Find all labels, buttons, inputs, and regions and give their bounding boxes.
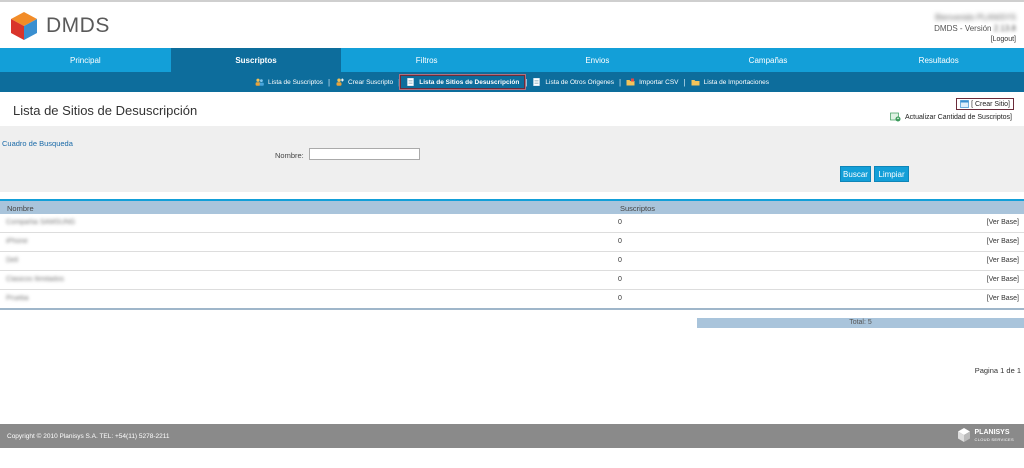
subnav-label: Lista de Suscriptos <box>268 78 323 86</box>
footer: Copyright © 2010 Planisys S.A. TEL: +54(… <box>0 424 1024 448</box>
row-name: Clasicos Ilimitados <box>6 276 64 283</box>
document-icon <box>407 78 414 86</box>
brand-logo[interactable]: DMDS <box>10 11 110 41</box>
planisys-tagline: CLOUD SERVICES <box>974 436 1014 442</box>
total-count: Total: 5 <box>697 318 1024 328</box>
subnav-label: Lista de Importaciones <box>703 78 769 86</box>
subnav-crear-suscripto[interactable]: Crear Suscripto <box>330 78 398 86</box>
row-count: 0 <box>618 257 622 264</box>
user-info: Bienvenido PLANISYS DMDS - Versión 2.13.… <box>934 12 1016 45</box>
version-number: 2.13.8 <box>993 24 1016 33</box>
actualizar-label: Actualizar Cantidad de Suscriptos] <box>905 113 1012 121</box>
ver-base-link[interactable]: [Ver Base] <box>987 219 1019 226</box>
logout-link[interactable]: [Logout] <box>934 34 1016 45</box>
user-name: Bienvenido PLANISYS <box>935 13 1016 22</box>
tab-filtros[interactable]: Filtros <box>341 48 512 72</box>
ver-base-link[interactable]: [Ver Base] <box>987 257 1019 264</box>
table-row: iPhone 0 [Ver Base] <box>0 233 1024 252</box>
pagination-info: Pagina 1 de 1 <box>974 366 1021 375</box>
row-name: Compañia SAMSUNG <box>6 219 76 226</box>
buscar-button[interactable]: Buscar <box>840 166 871 182</box>
nombre-label: Nombre: <box>275 151 304 160</box>
folder-icon <box>691 80 700 86</box>
main-nav: Principal Suscriptos Filtros Envios Camp… <box>0 48 1024 72</box>
subnav-importar-csv[interactable]: Importar CSV <box>621 78 683 86</box>
sub-nav: Lista de Suscriptos | Crear Suscripto | … <box>0 72 1024 92</box>
limpiar-button[interactable]: Limpiar <box>874 166 909 182</box>
ver-base-link[interactable]: [Ver Base] <box>987 295 1019 302</box>
subnav-lista-sitios-desuscripcion[interactable]: Lista de Sitios de Desuscripción <box>399 74 527 90</box>
column-header-nombre[interactable]: Nombre <box>7 204 34 213</box>
brand-name: DMDS <box>46 14 110 37</box>
add-user-icon <box>336 78 344 86</box>
page-title: Lista de Sitios de Desuscripción <box>13 103 198 118</box>
refresh-database-icon <box>890 112 901 122</box>
tab-principal[interactable]: Principal <box>0 48 171 72</box>
subnav-lista-suscriptos[interactable]: Lista de Suscriptos <box>250 78 328 86</box>
table-row: Dell 0 [Ver Base] <box>0 252 1024 271</box>
planisys-brand: PLANISYS <box>974 428 1010 436</box>
planisys-logo: PLANISYS CLOUD SERVICES <box>957 427 1014 443</box>
subnav-label: Importar CSV <box>639 78 679 86</box>
ver-base-link[interactable]: [Ver Base] <box>987 238 1019 245</box>
subnav-lista-otros-origenes[interactable]: Lista de Otros Origenes <box>527 78 619 86</box>
row-name: iPhone <box>6 238 28 245</box>
search-panel: Cuadro de Busqueda Nombre: Buscar Limpia… <box>0 126 1024 192</box>
row-name: Prueba <box>6 295 29 302</box>
cube-logo-icon <box>11 12 37 40</box>
subnav-label: Crear Suscripto <box>348 78 394 86</box>
table-bottom-border <box>0 308 1024 310</box>
document-icon <box>533 78 541 86</box>
row-count: 0 <box>618 276 622 283</box>
new-site-icon <box>960 100 969 108</box>
planisys-cube-icon <box>957 428 970 442</box>
ver-base-link[interactable]: [Ver Base] <box>987 276 1019 283</box>
row-count: 0 <box>618 219 622 226</box>
tab-envios[interactable]: Envios <box>512 48 683 72</box>
nombre-input[interactable] <box>309 148 420 160</box>
row-name: Dell <box>6 257 19 264</box>
copyright-text: Copyright © 2010 Planisys S.A. TEL: +54(… <box>7 433 170 440</box>
crear-sitio-button[interactable]: [ Crear Sitio] <box>956 98 1014 110</box>
table-row: Clasicos Ilimitados 0 [Ver Base] <box>0 271 1024 290</box>
version-label: DMDS - Versión <box>934 24 992 33</box>
app-header: DMDS Bienvenido PLANISYS DMDS - Versión … <box>0 0 1024 48</box>
subnav-label: Lista de Otros Origenes <box>545 78 615 86</box>
tab-suscriptos[interactable]: Suscriptos <box>170 48 342 72</box>
actualizar-cantidad-link[interactable]: Actualizar Cantidad de Suscriptos] <box>890 112 1012 122</box>
row-count: 0 <box>618 295 622 302</box>
table-header: Nombre Suscriptos <box>0 201 1024 214</box>
crear-sitio-label: [ Crear Sitio] <box>971 100 1010 108</box>
tab-campanas[interactable]: Campañas <box>683 48 854 72</box>
folder-icon <box>626 78 635 86</box>
column-header-suscriptos[interactable]: Suscriptos <box>620 204 655 213</box>
subnav-lista-importaciones[interactable]: Lista de Importaciones <box>686 78 774 86</box>
tab-resultados[interactable]: Resultados <box>853 48 1024 72</box>
row-count: 0 <box>618 238 622 245</box>
search-panel-title: Cuadro de Busqueda <box>2 139 73 148</box>
users-icon <box>255 78 264 86</box>
subnav-label: Lista de Sitios de Desuscripción <box>419 78 520 86</box>
table-row: Compañia SAMSUNG 0 [Ver Base] <box>0 214 1024 233</box>
table-row: Prueba 0 [Ver Base] <box>0 290 1024 309</box>
